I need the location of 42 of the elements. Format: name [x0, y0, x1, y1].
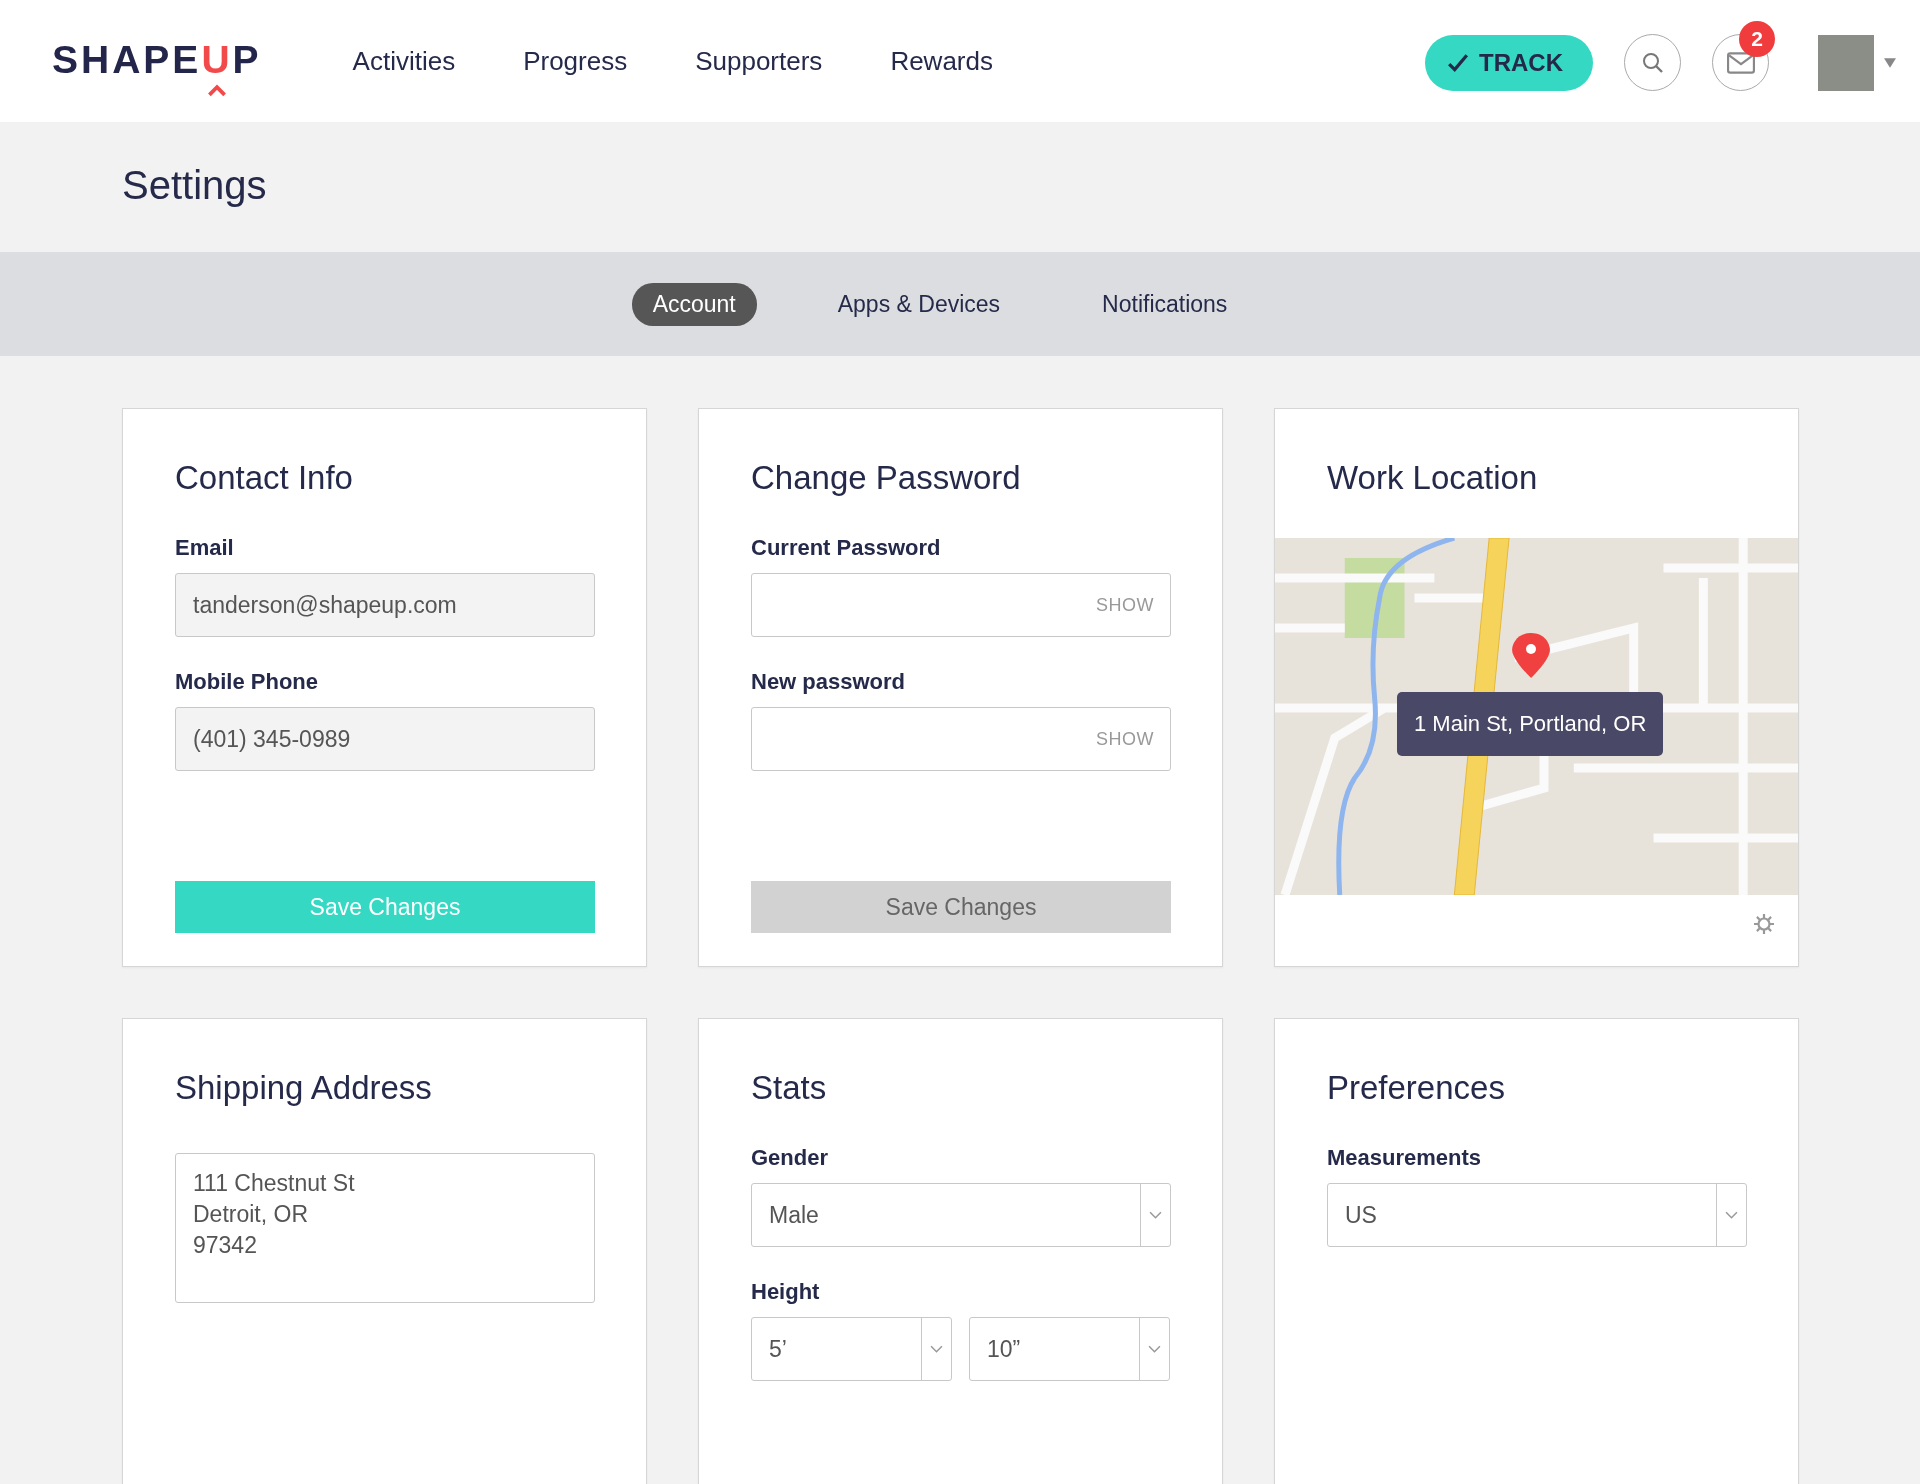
select-field[interactable]: US	[1327, 1183, 1747, 1247]
search-icon	[1640, 50, 1665, 75]
field-label: Current Password	[751, 535, 942, 561]
search-button[interactable]	[1624, 34, 1681, 91]
card-title: Stats	[751, 1069, 828, 1107]
card-title: Shipping Address	[175, 1069, 433, 1107]
card-title: Preferences	[1327, 1069, 1506, 1107]
logo[interactable]: SHAPEUP	[52, 36, 266, 100]
nav-link[interactable]: Rewards	[890, 45, 993, 77]
input-field[interactable]: tanderson@shapeup.com	[175, 573, 595, 637]
chevron-down-icon	[930, 1345, 943, 1353]
chevron-down-icon	[1149, 1211, 1162, 1219]
field-label: Gender	[751, 1145, 830, 1171]
field-label: Height	[751, 1279, 821, 1305]
checkmark-icon	[1447, 51, 1469, 74]
chevron-down-icon	[1148, 1345, 1161, 1353]
field-label: Measurements	[1327, 1145, 1483, 1171]
field-label: New password	[751, 669, 907, 695]
tab[interactable]: Apps & Devices	[816, 282, 1022, 326]
nav-link[interactable]: Supporters	[695, 45, 823, 77]
select-field[interactable]: 5’	[751, 1317, 952, 1381]
card-title: Contact Info	[175, 459, 354, 497]
nav-link[interactable]: Progress	[523, 45, 628, 77]
select-field[interactable]: 10”	[969, 1317, 1170, 1381]
input-field[interactable]: (401) 345-0989	[175, 707, 595, 771]
card-title: Work Location	[1327, 459, 1539, 497]
select-field[interactable]: Male	[751, 1183, 1171, 1247]
field-label: Email	[175, 535, 235, 561]
envelope-icon	[1726, 51, 1755, 74]
tab[interactable]: Account	[631, 282, 757, 326]
chevron-down-icon	[1725, 1211, 1738, 1219]
dropdown-caret-icon[interactable]	[1884, 57, 1896, 68]
notification-badge: 2	[1739, 21, 1775, 57]
address-field[interactable]: 111 Chestnut St Detroit, OR 97342	[175, 1153, 595, 1303]
field-label: Mobile Phone	[175, 669, 319, 695]
page-title: Settings	[122, 162, 267, 208]
tab[interactable]: Notifications	[1081, 282, 1249, 326]
nav-link[interactable]: Activities	[352, 45, 456, 77]
settings-icon[interactable]	[1752, 912, 1776, 936]
location-tooltip: 1 Main St, Portland, OR	[1397, 692, 1664, 756]
track-button[interactable]: TRACK	[1425, 34, 1593, 91]
card-title: Change Password	[751, 459, 1022, 497]
